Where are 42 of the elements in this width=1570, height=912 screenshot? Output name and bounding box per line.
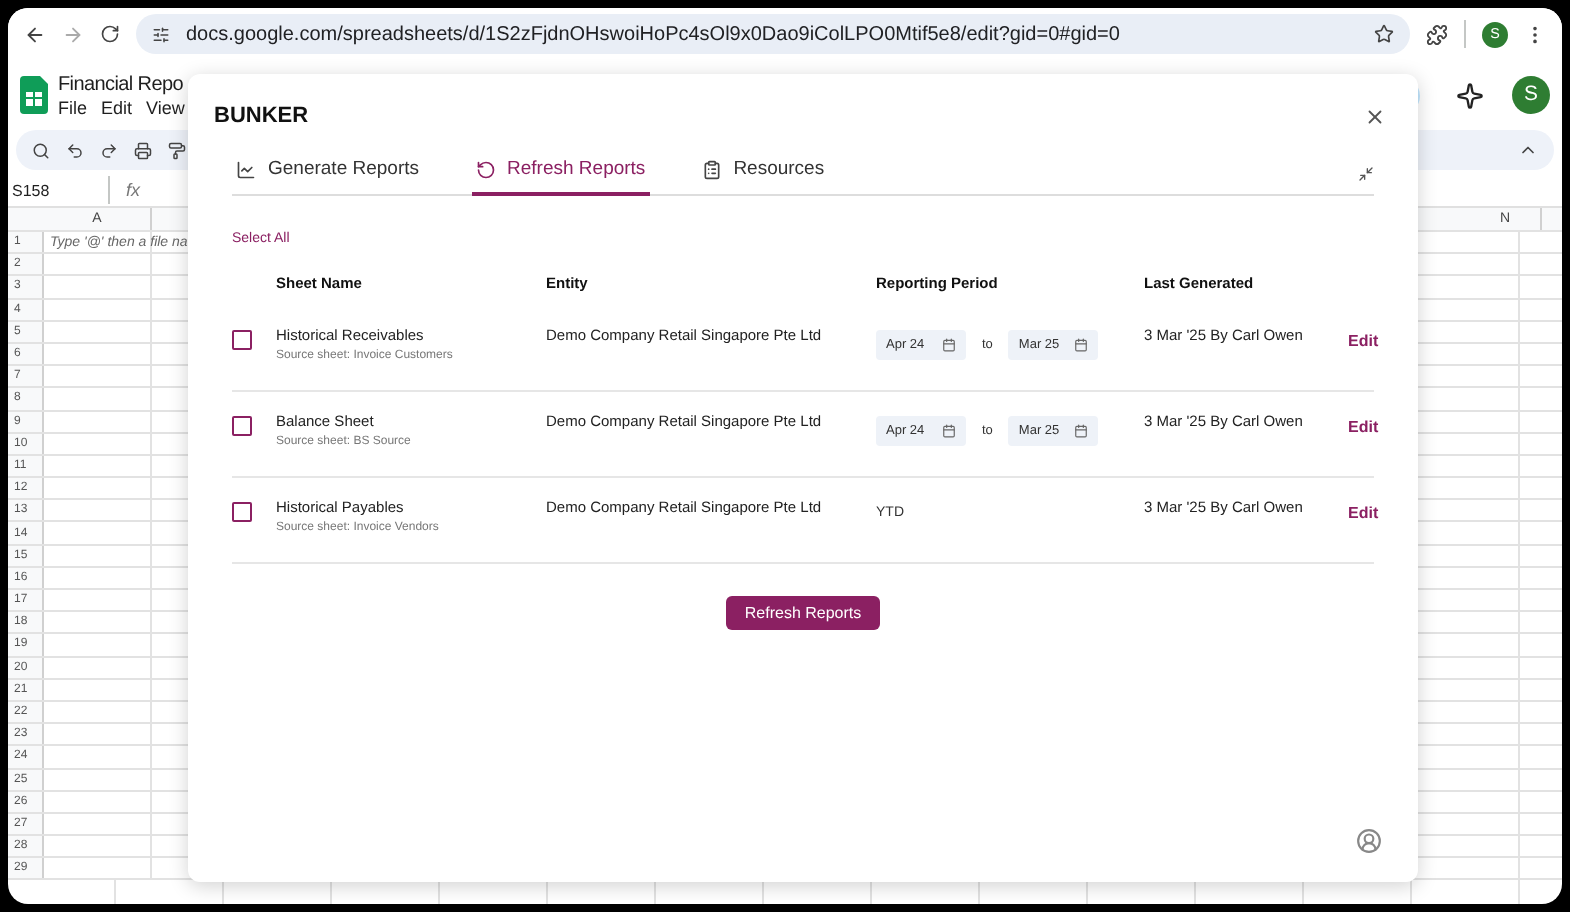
document-title[interactable]: Financial Repo xyxy=(58,73,184,95)
url-text: docs.google.com/spreadsheets/d/1S2zFjdnOHswoiHoPc4sOl9x0Dao9iColLPO0Mtif5e8/edit?gid=0#gid=0 xyxy=(186,23,1122,45)
spreadsheet-logo-icon[interactable] xyxy=(20,76,48,114)
undo-icon[interactable] xyxy=(66,141,84,159)
calendar-icon[interactable] xyxy=(942,338,956,352)
calendar-icon[interactable] xyxy=(942,424,956,438)
menu-item[interactable]: Edit xyxy=(101,97,133,117)
site-settings-icon[interactable] xyxy=(152,25,170,43)
checkbox[interactable] xyxy=(232,330,252,350)
collapse-icon[interactable] xyxy=(1358,166,1374,182)
line-chart-icon xyxy=(236,159,256,179)
tab[interactable]: Resources xyxy=(697,158,829,196)
calendar-icon[interactable] xyxy=(1074,338,1089,352)
refresh-reports-button[interactable]: Refresh Reports xyxy=(726,596,880,630)
checkbox[interactable] xyxy=(232,502,252,522)
address-bar[interactable]: docs.google.com/spreadsheets/d/1S2zFjdnOHswoiHoPc4sOl9x0Dao9iColLPO0Mtif5e8/edit?gid=0#gid=0 xyxy=(136,14,1410,54)
back-icon[interactable] xyxy=(24,23,46,45)
reload-icon[interactable] xyxy=(100,24,120,44)
tab[interactable]: Refresh Reports xyxy=(471,158,650,196)
print-icon[interactable] xyxy=(134,141,152,159)
extensions-icon[interactable] xyxy=(1426,23,1448,45)
menu-item[interactable]: File xyxy=(58,97,88,117)
profile-avatar[interactable]: S xyxy=(1512,76,1550,114)
star-icon[interactable] xyxy=(1374,24,1394,44)
formula-label: fx xyxy=(126,180,141,200)
search-icon[interactable] xyxy=(32,141,50,159)
checkbox[interactable] xyxy=(232,416,252,436)
edit-link[interactable]: Edit xyxy=(1348,504,1379,522)
clipboard-icon xyxy=(701,159,722,179)
name-box[interactable]: S158 xyxy=(12,181,92,199)
close-icon[interactable] xyxy=(1364,105,1386,127)
calendar-icon[interactable] xyxy=(1074,424,1089,438)
user-icon[interactable] xyxy=(1356,828,1382,854)
edit-link[interactable]: Edit xyxy=(1348,418,1379,436)
dialog-title: BUNKER xyxy=(214,104,309,128)
tab[interactable]: Generate Reports xyxy=(232,158,424,196)
refresh-icon xyxy=(475,159,496,179)
sparkle-icon[interactable] xyxy=(1456,81,1484,109)
edit-link[interactable]: Edit xyxy=(1348,332,1379,350)
paint-roller-icon[interactable] xyxy=(168,141,186,159)
menu-item[interactable]: View xyxy=(146,97,185,117)
redo-icon[interactable] xyxy=(100,141,118,159)
